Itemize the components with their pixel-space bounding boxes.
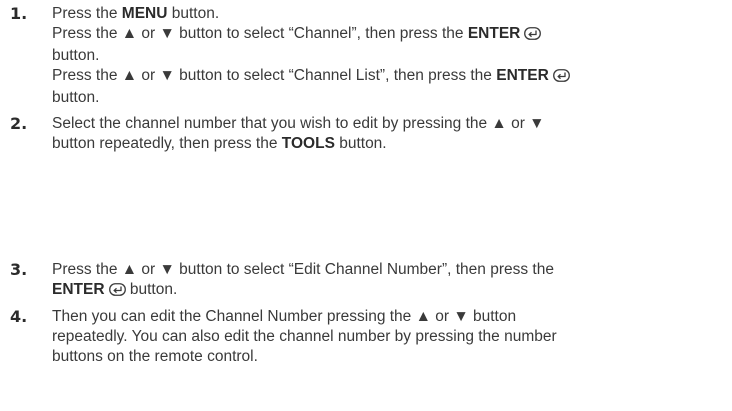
instruction-text: buttons on the remote control. [52, 348, 258, 365]
step-number: 2. [10, 114, 28, 133]
step-1: 1. Press the MENU button. Press the ▲ or … [0, 4, 732, 108]
step-text: Select the channel number that you wish … [52, 114, 732, 154]
instruction-line: buttons on the remote control. [52, 347, 732, 367]
instruction-text: Press the ▲ or ▼ button to select “Chann… [52, 67, 497, 84]
instruction-line: ENTER button. [52, 280, 732, 302]
instruction-text: Press the ▲ or ▼ button to select “Chann… [52, 25, 468, 42]
instruction-text: button. [334, 135, 387, 152]
button-name: TOOLS [281, 135, 335, 152]
instruction-line: Press the ▲ or ▼ button to select “Edit … [52, 260, 732, 280]
instruction-text: Select the channel number that you wish … [52, 115, 545, 132]
button-name: ENTER [467, 25, 521, 42]
enter-icon [524, 26, 542, 46]
step-4: 4. Then you can edit the Channel Number … [0, 307, 732, 367]
button-name: ENTER [496, 67, 549, 84]
instruction-line: Press the ▲ or ▼ button to select “Chann… [52, 24, 732, 46]
step-2: 2. Select the channel number that you wi… [0, 114, 732, 154]
enter-icon [552, 68, 570, 88]
step-text: Press the ▲ or ▼ button to select “Edit … [52, 260, 732, 302]
instruction-text: button. [125, 281, 178, 298]
instruction-text: Then you can edit the Channel Number pre… [52, 308, 517, 325]
instruction-text: button repeatedly, then press the [52, 135, 282, 152]
instruction-line: button. [52, 46, 732, 66]
instruction-line: repeatedly. You can also edit the channe… [52, 327, 732, 347]
step-number: 3. [10, 260, 28, 279]
instruction-line: Press the MENU button. [52, 4, 732, 24]
step-text: Then you can edit the Channel Number pre… [52, 307, 732, 367]
button-name: MENU [121, 5, 168, 22]
instruction-line: Then you can edit the Channel Number pre… [52, 307, 732, 327]
instruction-line: button. [52, 88, 732, 108]
instruction-line: Press the ▲ or ▼ button to select “Chann… [52, 66, 732, 88]
instruction-text: button. [52, 89, 100, 106]
step-number: 4. [10, 307, 28, 326]
instruction-line: button repeatedly, then press the TOOLS … [52, 134, 732, 154]
button-name: ENTER [52, 281, 105, 298]
instruction-text: button. [167, 5, 220, 22]
step-text: Press the MENU button. Press the ▲ or ▼ b… [52, 4, 732, 108]
instruction-text: Press the ▲ or ▼ button to select “Edit … [52, 261, 554, 278]
instruction-text: Press the [52, 5, 122, 22]
enter-icon [108, 282, 126, 302]
step-number: 1. [10, 4, 28, 23]
step-3: 3. Press the ▲ or ▼ button to select “Ed… [0, 260, 732, 302]
instruction-text: button. [52, 47, 100, 64]
instruction-text: repeatedly. You can also edit the channe… [52, 328, 557, 345]
instruction-line: Select the channel number that you wish … [52, 114, 732, 134]
